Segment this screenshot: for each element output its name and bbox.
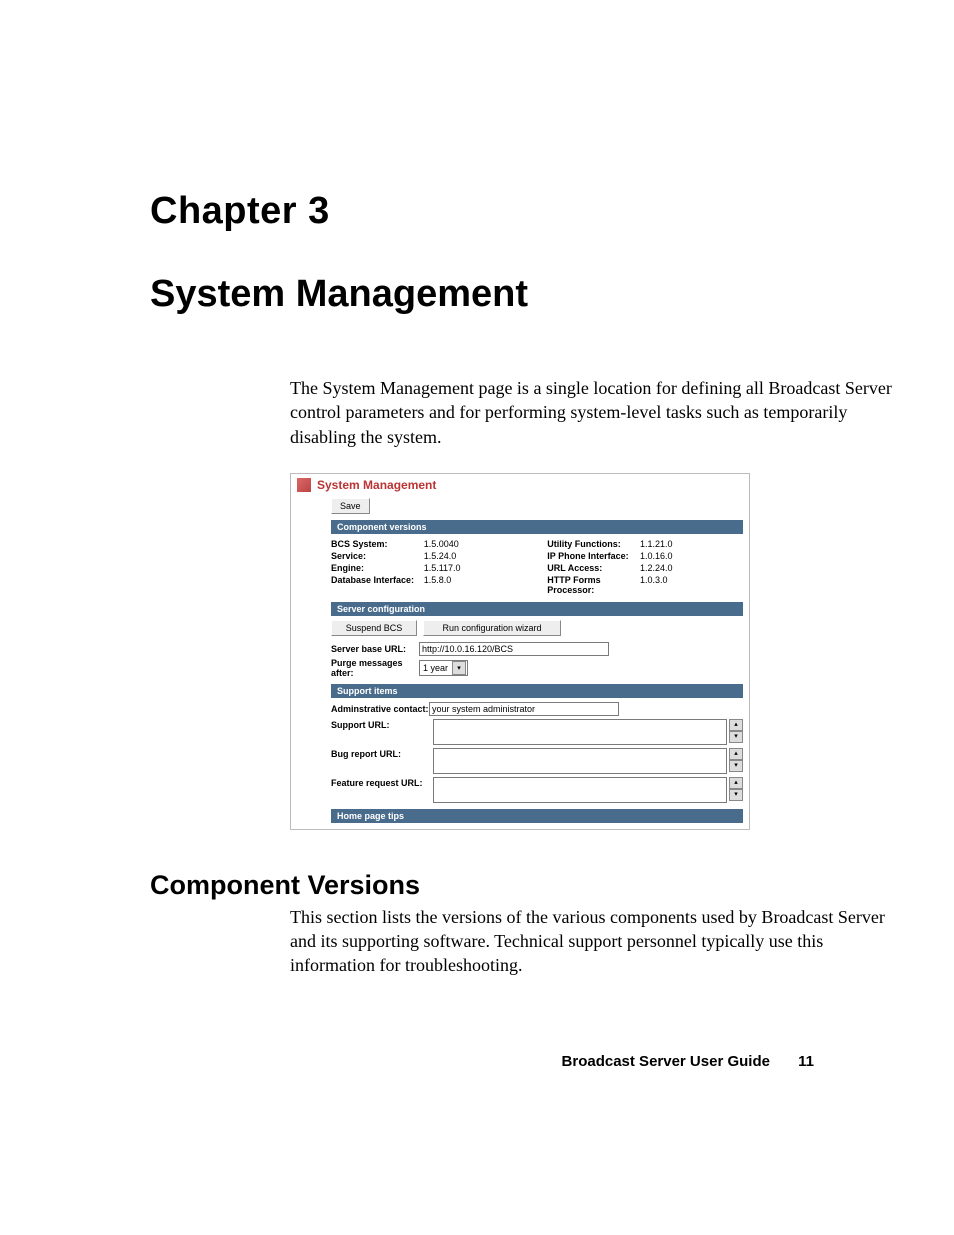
version-key: Utility Functions: xyxy=(547,538,640,550)
component-versions-table: BCS System: 1.5.0040 Utility Functions: … xyxy=(331,538,743,596)
page-footer: Broadcast Server User Guide 11 xyxy=(562,1053,814,1070)
purge-messages-select[interactable]: 1 year ▾ xyxy=(419,660,468,676)
version-value: 1.1.21.0 xyxy=(640,538,743,550)
version-key: URL Access: xyxy=(547,562,640,574)
server-base-url-input[interactable] xyxy=(419,642,609,656)
intro-paragraph: The System Management page is a single l… xyxy=(290,376,894,449)
support-url-label: Support URL: xyxy=(331,719,429,730)
bar-component-versions: Component versions xyxy=(331,520,743,534)
support-url-textarea[interactable] xyxy=(433,719,727,745)
version-key: IP Phone Interface: xyxy=(547,550,640,562)
version-value: 1.5.8.0 xyxy=(424,574,527,596)
screenshot-title: System Management xyxy=(317,478,436,492)
version-key: BCS System: xyxy=(331,538,424,550)
footer-title: Broadcast Server User Guide xyxy=(562,1053,770,1070)
chapter-label: Chapter 3 xyxy=(150,190,894,233)
feature-request-url-label: Feature request URL: xyxy=(331,777,429,788)
purge-select-value: 1 year xyxy=(423,663,448,673)
bug-report-url-textarea[interactable] xyxy=(433,748,727,774)
purge-messages-label: Purge messages after: xyxy=(331,658,419,678)
section-heading-component-versions: Component Versions xyxy=(150,870,894,901)
admin-contact-input[interactable] xyxy=(429,702,619,716)
app-icon xyxy=(297,478,311,492)
save-button[interactable]: Save xyxy=(331,498,370,514)
version-value: 1.0.3.0 xyxy=(640,574,743,596)
scroll-down-icon[interactable]: ▾ xyxy=(729,731,743,743)
scroll-down-icon[interactable]: ▾ xyxy=(729,789,743,801)
footer-page-number: 11 xyxy=(798,1053,814,1070)
scroll-up-icon[interactable]: ▴ xyxy=(729,777,743,789)
document-page: Chapter 3 System Management The System M… xyxy=(0,0,954,1235)
scroll-up-icon[interactable]: ▴ xyxy=(729,748,743,760)
chevron-down-icon: ▾ xyxy=(452,661,466,675)
suspend-bcs-button[interactable]: Suspend BCS xyxy=(331,620,417,636)
version-value: 1.0.16.0 xyxy=(640,550,743,562)
scroll-down-icon[interactable]: ▾ xyxy=(729,760,743,772)
feature-request-url-textarea[interactable] xyxy=(433,777,727,803)
version-value: 1.2.24.0 xyxy=(640,562,743,574)
bar-server-configuration: Server configuration xyxy=(331,602,743,616)
version-key: HTTP Forms Processor: xyxy=(547,574,640,596)
embedded-screenshot: System Management Save Component version… xyxy=(290,473,750,830)
scroll-up-icon[interactable]: ▴ xyxy=(729,719,743,731)
component-versions-paragraph: This section lists the versions of the v… xyxy=(290,905,894,978)
bar-support-items: Support items xyxy=(331,684,743,698)
version-key: Database Interface: xyxy=(331,574,424,596)
version-key: Service: xyxy=(331,550,424,562)
admin-contact-label: Adminstrative contact: xyxy=(331,704,429,714)
screenshot-header: System Management xyxy=(291,474,749,494)
bug-report-url-label: Bug report URL: xyxy=(331,748,429,759)
bar-home-page-tips: Home page tips xyxy=(331,809,743,823)
server-base-url-label: Server base URL: xyxy=(331,644,419,654)
version-value: 1.5.0040 xyxy=(424,538,527,550)
version-value: 1.5.117.0 xyxy=(424,562,527,574)
version-key: Engine: xyxy=(331,562,424,574)
run-config-wizard-button[interactable]: Run configuration wizard xyxy=(423,620,561,636)
chapter-title: System Management xyxy=(150,273,894,316)
version-value: 1.5.24.0 xyxy=(424,550,527,562)
